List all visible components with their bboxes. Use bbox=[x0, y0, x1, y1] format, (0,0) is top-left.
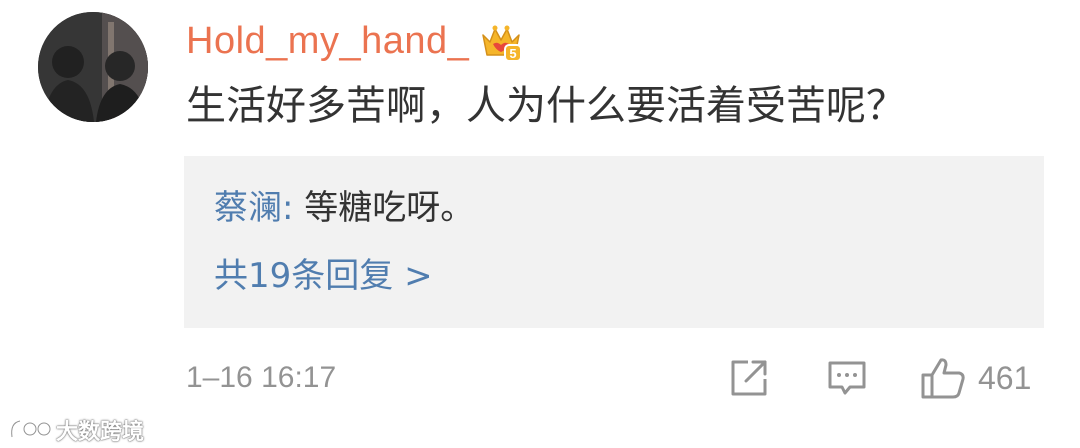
watermark-text: 大数跨境 bbox=[56, 420, 145, 445]
share-icon bbox=[731, 360, 767, 396]
comment-icon bbox=[828, 361, 866, 395]
watermark: 大数跨境 bbox=[8, 414, 144, 446]
comment-timestamp: 1–16 16:17 bbox=[186, 361, 337, 394]
reply-text: 等糖吃呀。 bbox=[304, 188, 475, 228]
reply-separator: : bbox=[282, 188, 305, 228]
vip-crown-icon[interactable]: 5 bbox=[479, 19, 523, 63]
reply-preview[interactable]: 蔡澜: 等糖吃呀。 共19条回复 > bbox=[184, 156, 1044, 328]
vip-level-label: 5 bbox=[510, 46, 517, 61]
more-replies-link[interactable]: 共19条回复 > bbox=[214, 252, 433, 300]
watermark-logo-icon bbox=[10, 419, 52, 438]
share-button[interactable] bbox=[728, 356, 770, 400]
reply-author-link[interactable]: 蔡澜 bbox=[214, 188, 282, 228]
username-link[interactable]: Hold_my_hand_ bbox=[186, 22, 469, 60]
reply-item[interactable]: 蔡澜: 等糖吃呀。 bbox=[214, 184, 474, 232]
thumbs-up-icon bbox=[921, 358, 965, 399]
comment-text: 生活好多苦啊，人为什么要活着受苦呢？ bbox=[186, 83, 906, 129]
like-count: 461 bbox=[978, 359, 1032, 396]
avatar-image bbox=[38, 12, 148, 122]
avatar[interactable] bbox=[38, 12, 148, 122]
like-button[interactable]: 461 bbox=[920, 356, 1031, 400]
comment-header: Hold_my_hand_ 5 bbox=[186, 16, 523, 66]
comment-button[interactable] bbox=[826, 356, 868, 400]
